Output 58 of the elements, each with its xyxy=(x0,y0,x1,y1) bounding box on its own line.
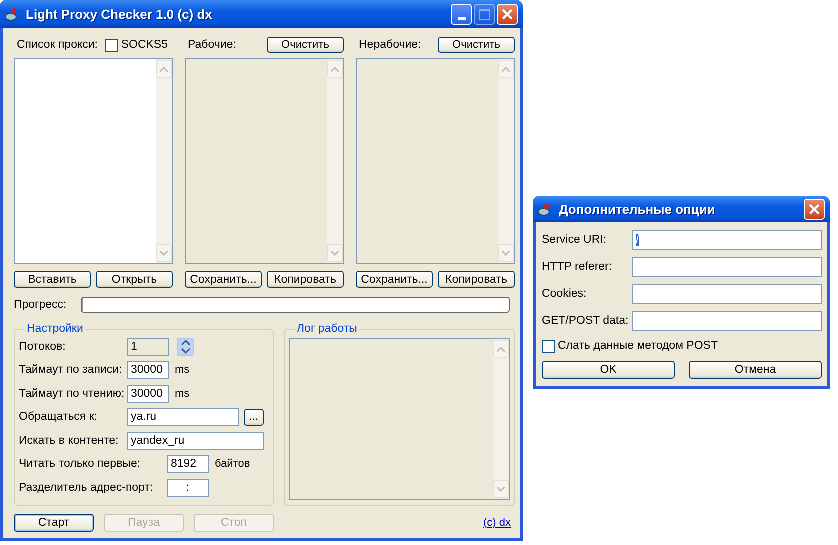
setting-label: Читать только первые: xyxy=(19,458,142,470)
list-button[interactable]: Вставить xyxy=(14,271,91,288)
setting-label: Потоков: xyxy=(19,340,67,353)
scrollbar[interactable] xyxy=(493,339,509,499)
setting-label: Искать в контенте: xyxy=(19,434,120,447)
dialog-title: Дополнительные опции xyxy=(559,202,716,216)
proxy-list[interactable] xyxy=(14,58,173,264)
setting-label: Разделитель адрес-порт: xyxy=(19,482,154,494)
scroll-up-icon[interactable] xyxy=(502,66,510,72)
option-field[interactable] xyxy=(632,284,822,304)
scrollbar[interactable] xyxy=(156,59,172,263)
list-button[interactable]: Открыть xyxy=(96,271,173,288)
action-button[interactable]: Старт xyxy=(14,514,94,532)
scroll-up-icon[interactable] xyxy=(497,346,505,352)
list-label: Рабочие: xyxy=(188,39,236,51)
dialog-button[interactable]: Отмена xyxy=(689,361,822,379)
field-label: Service URI: xyxy=(542,234,608,246)
minimize-icon[interactable] xyxy=(451,4,472,24)
number-field[interactable]: 30000 xyxy=(127,384,169,403)
group-title: Лог работы xyxy=(296,323,358,335)
close-icon[interactable] xyxy=(497,4,518,24)
field-label: HTTP referer: xyxy=(542,260,614,272)
progress-label: Прогресс: xyxy=(14,299,67,311)
scroll-down-icon[interactable] xyxy=(331,250,339,256)
list-label: Нерабочие: xyxy=(359,39,422,51)
number-field[interactable]: 30000 xyxy=(127,361,169,380)
spinner-icon[interactable] xyxy=(177,338,194,356)
number-field[interactable]: : xyxy=(167,478,209,497)
scroll-up-icon[interactable] xyxy=(160,66,168,72)
scroll-down-icon[interactable] xyxy=(160,250,168,256)
window-title: Light Proxy Checker 1.0 (c) dx xyxy=(26,6,214,22)
about-link[interactable]: (c) dx xyxy=(484,517,511,529)
setting-label: Таймаут по записи: xyxy=(19,364,123,376)
socks5-checkbox[interactable]: SOCKS5 xyxy=(105,38,168,52)
setting-label: Обращаться к: xyxy=(19,411,99,424)
unit-label: ms xyxy=(175,364,190,376)
scroll-up-icon[interactable] xyxy=(331,66,339,72)
option-field[interactable]: / xyxy=(632,230,822,250)
scroll-down-icon[interactable] xyxy=(502,250,510,256)
list-label: Список прокси: xyxy=(17,39,98,51)
address-field[interactable]: ya.ru xyxy=(127,408,239,426)
text-field[interactable]: yandex_ru xyxy=(127,432,264,450)
threads-field[interactable]: 1 xyxy=(127,338,169,356)
scroll-down-icon[interactable] xyxy=(497,486,505,492)
option-field[interactable] xyxy=(632,256,822,276)
maximize-icon[interactable] xyxy=(474,4,495,24)
browse-button[interactable]: ... xyxy=(244,408,264,426)
field-label: GET/POST data: xyxy=(542,314,630,326)
group-title: Настройки xyxy=(26,323,84,335)
option-field[interactable] xyxy=(632,310,822,330)
post-checkbox[interactable]: Слать данные методом POST xyxy=(542,338,817,354)
unit-label: ms xyxy=(175,388,190,400)
field-label: Cookies: xyxy=(542,288,588,300)
setting-label: Таймаут по чтению: xyxy=(19,388,123,400)
unit-label: байтов xyxy=(215,458,250,470)
dialog-button[interactable]: OK xyxy=(542,361,675,379)
close-icon[interactable] xyxy=(804,198,825,220)
number-field[interactable]: 8192 xyxy=(167,455,209,474)
